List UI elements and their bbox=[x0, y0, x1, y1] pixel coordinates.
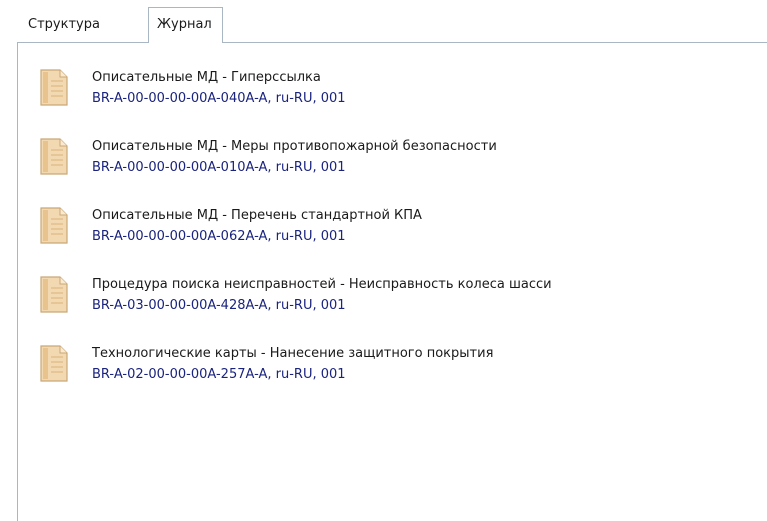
journal-item-code: BR-A-00-00-00-00A-040A-A, ru-RU, 001 bbox=[92, 91, 346, 106]
document-icon bbox=[40, 207, 68, 244]
journal-item-title: Технологические карты - Нанесение защитн… bbox=[92, 346, 494, 361]
tab-divider bbox=[17, 42, 767, 43]
journal-item-code: BR-A-00-00-00-00A-062A-A, ru-RU, 001 bbox=[92, 229, 346, 244]
journal-item-text: Процедура поиска неисправностей - Неиспр… bbox=[92, 274, 552, 316]
tab-journal[interactable]: Журнал bbox=[148, 7, 223, 43]
journal-item-code: BR-A-03-00-00-00A-428A-A, ru-RU, 001 bbox=[92, 298, 346, 313]
journal-panel: Описательные МД - Гиперссылка BR-A-00-00… bbox=[17, 42, 767, 521]
journal-item-title: Описательные МД - Перечень стандартной К… bbox=[92, 208, 422, 223]
journal-item-text: Описательные МД - Гиперссылка BR-A-00-00… bbox=[92, 67, 346, 109]
journal-item-text: Описательные МД - Меры противопожарной б… bbox=[92, 136, 497, 178]
journal-item-title: Описательные МД - Гиперссылка bbox=[92, 70, 321, 85]
journal-item-text: Технологические карты - Нанесение защитн… bbox=[92, 343, 493, 385]
journal-item-title: Описательные МД - Меры противопожарной б… bbox=[92, 139, 497, 154]
tab-bar: Структура Журнал bbox=[0, 0, 767, 43]
document-icon bbox=[40, 138, 68, 175]
document-icon bbox=[40, 69, 68, 106]
journal-item-title: Процедура поиска неисправностей - Неиспр… bbox=[92, 277, 552, 292]
document-icon bbox=[40, 276, 68, 313]
journal-item-text: Описательные МД - Перечень стандартной К… bbox=[92, 205, 422, 247]
journal-item-code: BR-A-00-00-00-00A-010A-A, ru-RU, 001 bbox=[92, 160, 346, 175]
tab-structure[interactable]: Структура bbox=[22, 13, 106, 37]
journal-item-code: BR-A-02-00-00-00A-257A-A, ru-RU, 001 bbox=[92, 367, 346, 382]
document-icon bbox=[40, 345, 68, 382]
